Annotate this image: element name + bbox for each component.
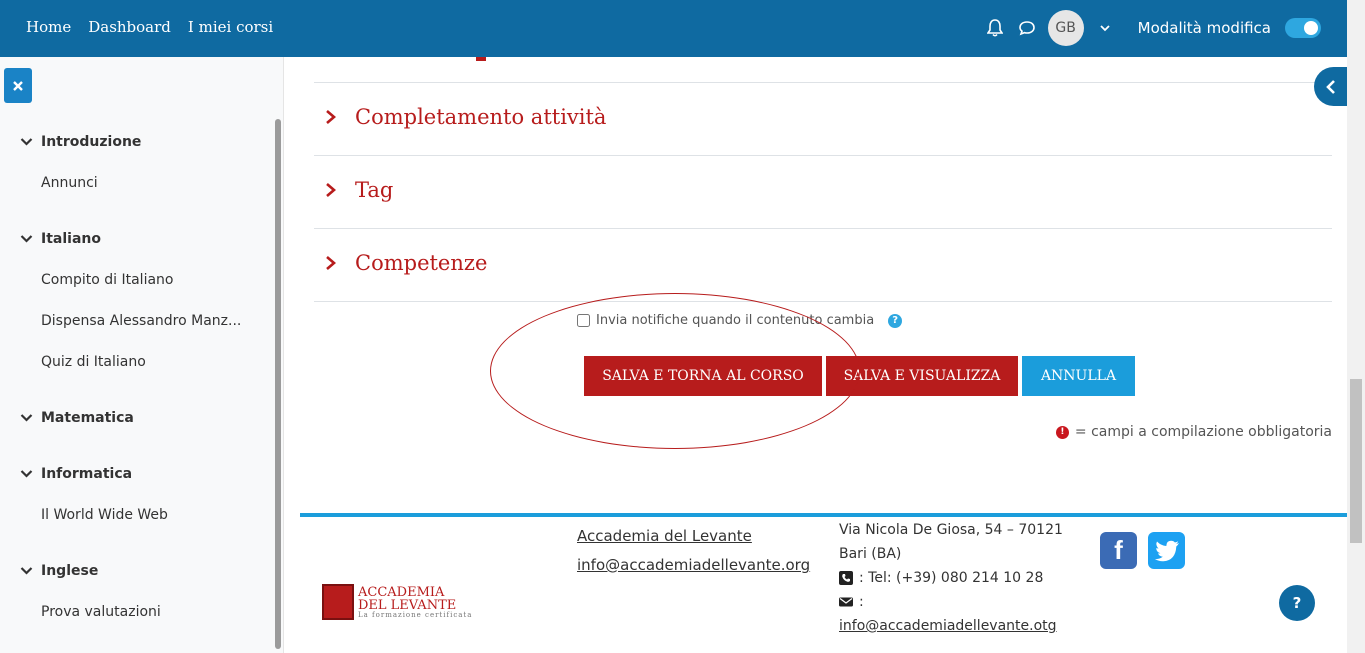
logo-emblem [322,584,354,620]
drawer-item-compito-italiano[interactable]: Compito di Italiano [41,272,241,288]
chevron-right-icon [326,256,336,270]
footer-logo: ACCADEMIA DEL LEVANTE La formazione cert… [322,584,472,620]
logo-text: ACCADEMIA DEL LEVANTE La formazione cert… [358,586,472,619]
required-icon: ! [1055,425,1069,439]
drawer-section-inglese[interactable]: Inglese [20,563,98,579]
open-block-drawer-button[interactable] [1314,67,1347,106]
page-scrollbar-track[interactable] [1347,0,1365,653]
envelope-icon [839,597,853,607]
drawer-section-introduzione[interactable]: Introduzione [20,134,141,150]
chevron-down-icon [20,414,33,422]
footer-address: Via Nicola De Giosa, 54 – 70121 Bari (BA… [839,518,1063,638]
footer-divider [300,513,1347,517]
chat-icon[interactable] [1016,17,1038,39]
question-icon[interactable]: ? [888,313,903,328]
drawer-item-quiz-italiano[interactable]: Quiz di Italiano [41,354,241,370]
nav-user-area: GB Modalità modifica [984,10,1321,46]
save-and-return-button[interactable]: SALVA E TORNA AL CORSO [584,356,822,396]
edit-mode-label: Modalità modifica [1137,19,1271,37]
bell-icon[interactable] [984,17,1006,39]
required-fields-note: ! = campi a compilazione obbligatoria [1055,424,1332,440]
drawer-section-informatica[interactable]: Informatica [20,466,132,482]
drawer-section-label: Introduzione [41,134,142,150]
chevron-down-icon [20,470,33,478]
close-drawer-button[interactable] [4,68,32,103]
primary-nav: Home Dashboard I miei corsi [26,18,273,36]
divider [314,228,1332,229]
divider [314,155,1332,156]
partial-heading-fragment [476,57,486,61]
drawer-section-matematica[interactable]: Matematica [20,410,134,426]
drawer-item-dispensa-manzoni[interactable]: Dispensa Alessandro Manz... [41,313,241,329]
drawer-item-prova-valutazioni[interactable]: Prova valutazioni [41,604,241,620]
divider [314,301,1332,302]
chevron-down-icon [20,567,33,575]
facebook-icon[interactable]: f [1100,532,1137,569]
question-icon: ? [1292,594,1302,612]
org-name-link[interactable]: Accademia del Levante [577,522,810,551]
email-label: : [859,594,864,610]
page-scrollbar-thumb[interactable] [1350,379,1362,543]
drawer-section-label: Informatica [41,466,133,482]
course-index-drawer: Introduzione Annunci Italiano Compito di… [0,57,284,653]
logo-line1: ACCADEMIA [358,584,445,600]
drawer-section-label: Matematica [41,410,134,426]
chevron-down-icon [20,235,33,243]
drawer-scrollbar[interactable] [275,119,281,649]
footer-contact-links: Accademia del Levante info@accademiadell… [577,522,810,580]
main-content: Completamento attività Tag Competenze In… [285,57,1347,653]
address-line1: Via Nicola De Giosa, 54 – 70121 [839,522,1063,538]
address-line2: Bari (BA) [839,546,902,562]
phone-icon [839,571,853,585]
section-label: Completamento attività [355,105,607,129]
help-button[interactable]: ? [1279,585,1315,621]
close-icon [13,80,23,91]
edit-mode-toggle[interactable] [1285,18,1321,38]
notify-label: Invia notifiche quando il contenuto camb… [596,313,875,328]
chevron-left-icon [1325,79,1335,94]
nav-dashboard-link[interactable]: Dashboard [88,18,171,36]
phone-row: : Tel: (+39) 080 214 10 28 [839,566,1063,590]
drawer-section-label: Inglese [41,563,99,579]
section-tag[interactable]: Tag [325,178,393,202]
section-label: Tag [355,178,394,202]
section-completamento-attivita[interactable]: Completamento attività [325,105,606,129]
email-link[interactable]: info@accademiadellevante.org [577,551,810,580]
nav-home-link[interactable]: Home [26,18,71,36]
drawer-section-italiano[interactable]: Italiano [20,231,101,247]
social-links: f [1100,532,1185,569]
chevron-down-icon [20,138,33,146]
chevron-right-icon [326,110,336,124]
required-note-text: = campi a compilazione obbligatoria [1074,424,1332,440]
phone-text: : Tel: (+39) 080 214 10 28 [859,570,1044,586]
cancel-button[interactable]: ANNULLA [1022,356,1135,396]
divider [314,82,1332,83]
notify-checkbox[interactable] [577,314,590,327]
nav-my-courses-link[interactable]: I miei corsi [188,18,273,36]
notify-row: Invia notifiche quando il contenuto camb… [577,313,903,328]
chevron-right-icon [326,183,336,197]
save-and-view-button[interactable]: SALVA E VISUALIZZA [826,356,1018,396]
twitter-icon[interactable] [1148,532,1185,569]
top-navbar: Home Dashboard I miei corsi GB Modalità … [0,0,1365,57]
email-row: : [839,590,1063,614]
section-label: Competenze [355,251,488,275]
logo-line2: DEL LEVANTE [358,597,457,613]
chevron-down-icon[interactable] [1094,17,1116,39]
drawer-section-label: Italiano [41,231,101,247]
avatar[interactable]: GB [1047,10,1084,46]
drawer-item-world-wide-web[interactable]: Il World Wide Web [41,507,241,523]
drawer-item-annunci[interactable]: Annunci [41,175,241,191]
section-competenze[interactable]: Competenze [325,251,487,275]
email2-link[interactable]: info@accademiadellevante.otg [839,614,1063,638]
logo-tagline: La formazione certificata [358,610,473,619]
